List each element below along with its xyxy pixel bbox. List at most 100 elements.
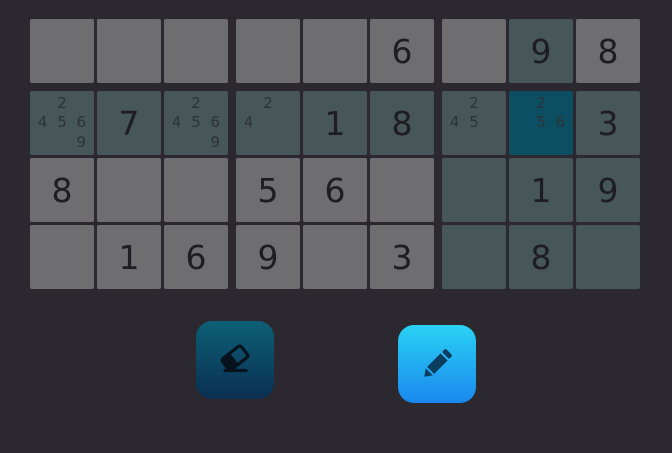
- pencil-note: 4: [37, 113, 48, 132]
- pencil-note: [186, 133, 205, 152]
- sudoku-cell-r2c7[interactable]: 245: [442, 91, 506, 155]
- sudoku-cell-r1c9[interactable]: 8: [576, 19, 640, 83]
- pencil-note: 9: [210, 132, 221, 151]
- sudoku-cell-r1c8[interactable]: 9: [509, 19, 573, 83]
- sudoku-cell-r2c9[interactable]: 3: [576, 91, 640, 155]
- cell-value: 5: [257, 170, 279, 210]
- sudoku-cell-r1c1[interactable]: [30, 19, 94, 83]
- sudoku-cell-r4c6[interactable]: 3: [370, 225, 434, 289]
- cell-value: 8: [597, 31, 619, 71]
- pencil-note: [33, 94, 52, 113]
- pencil-note: 2: [263, 94, 273, 113]
- sudoku-cell-r3c1[interactable]: 8: [30, 158, 94, 222]
- sudoku-cell-r3c7[interactable]: [442, 158, 506, 222]
- pencil-note: [278, 94, 297, 113]
- pencil-note: [551, 133, 570, 152]
- pencil-note: [464, 133, 483, 152]
- cell-value: 1: [118, 237, 140, 277]
- pencil-note: 5: [57, 113, 67, 132]
- cell-value: 6: [185, 237, 207, 277]
- sudoku-cell-r1c7[interactable]: [442, 19, 506, 83]
- sudoku-cell-r2c3[interactable]: 24569: [164, 91, 228, 155]
- cell-value: 1: [324, 103, 346, 143]
- pencil-note: [52, 133, 71, 152]
- pencil-note: [278, 133, 297, 152]
- pencil-note: 6: [76, 113, 87, 132]
- sudoku-cell-r1c5[interactable]: [303, 19, 367, 83]
- sudoku-cell-r2c6[interactable]: 8: [370, 91, 434, 155]
- pencil-note: 2: [469, 94, 479, 113]
- sudoku-board: 69824569724569241824525638561916938: [30, 19, 641, 290]
- sudoku-cell-r4c1[interactable]: [30, 225, 94, 289]
- pencil-note: [206, 94, 225, 113]
- pencil-note: 5: [469, 113, 479, 132]
- sudoku-cell-r4c4[interactable]: 9: [236, 225, 300, 289]
- sudoku-cell-r4c9[interactable]: [576, 225, 640, 289]
- sudoku-cell-r1c6[interactable]: 6: [370, 19, 434, 83]
- pencil-notes: 256: [512, 94, 570, 152]
- pencil-note: 4: [171, 113, 182, 132]
- pencil-note: [278, 113, 297, 132]
- pencil-note: [239, 133, 258, 152]
- pencil-note: 4: [449, 113, 460, 132]
- sudoku-cell-r3c5[interactable]: 6: [303, 158, 367, 222]
- sudoku-cell-r4c2[interactable]: 1: [97, 225, 161, 289]
- sudoku-cell-r3c9[interactable]: 9: [576, 158, 640, 222]
- pencil-note: 6: [555, 113, 566, 132]
- sudoku-cell-r2c2[interactable]: 7: [97, 91, 161, 155]
- sudoku-cell-r4c7[interactable]: [442, 225, 506, 289]
- cell-value: 9: [530, 31, 552, 71]
- pencil-note: 4: [243, 113, 254, 132]
- sudoku-cell-r2c5[interactable]: 1: [303, 91, 367, 155]
- pencil-note: [167, 94, 186, 113]
- pencil-note: 5: [536, 113, 546, 132]
- pencil-notes: 245: [445, 94, 503, 152]
- cell-value: 9: [257, 237, 279, 277]
- pencil-notes: 24569: [167, 94, 225, 152]
- pencil-note: [33, 133, 52, 152]
- pencil-button[interactable]: [398, 325, 476, 403]
- sudoku-cell-r2c8[interactable]: 256: [509, 91, 573, 155]
- pencil-note: [484, 113, 503, 132]
- cell-value: 8: [530, 237, 552, 277]
- pencil-note: [72, 94, 91, 113]
- eraser-icon: [220, 344, 250, 373]
- sudoku-cell-r3c6[interactable]: [370, 158, 434, 222]
- pencil-note: 2: [191, 94, 201, 113]
- sudoku-cell-r3c2[interactable]: [97, 158, 161, 222]
- cell-value: 8: [391, 103, 413, 143]
- sudoku-cell-r2c4[interactable]: 24: [236, 91, 300, 155]
- cell-value: 9: [597, 170, 619, 210]
- sudoku-cell-r4c8[interactable]: 8: [509, 225, 573, 289]
- pencil-note: 5: [191, 113, 201, 132]
- sudoku-cell-r3c4[interactable]: 5: [236, 158, 300, 222]
- pencil-note: [484, 94, 503, 113]
- pencil-icon: [424, 349, 452, 377]
- sudoku-cell-r1c2[interactable]: [97, 19, 161, 83]
- sudoku-cell-r1c4[interactable]: [236, 19, 300, 83]
- sudoku-cell-r4c3[interactable]: 6: [164, 225, 228, 289]
- pencil-notes: 24: [239, 94, 297, 152]
- pencil-note: [551, 94, 570, 113]
- pencil-note: [239, 94, 258, 113]
- sudoku-cell-r3c3[interactable]: [164, 158, 228, 222]
- cell-value: 6: [324, 170, 346, 210]
- pencil-note: [258, 133, 277, 152]
- pencil-note: 6: [210, 113, 221, 132]
- pencil-note: [484, 133, 503, 152]
- cell-value: 6: [391, 31, 413, 71]
- cell-value: 3: [597, 103, 619, 143]
- cell-value: 8: [51, 170, 73, 210]
- pencil-note: [531, 133, 550, 152]
- cell-value: 1: [530, 170, 552, 210]
- pencil-note: 2: [57, 94, 67, 113]
- pencil-note: [512, 133, 531, 152]
- pencil-note: [445, 94, 464, 113]
- sudoku-cell-r2c1[interactable]: 24569: [30, 91, 94, 155]
- sudoku-cell-r1c3[interactable]: [164, 19, 228, 83]
- eraser-button[interactable]: [196, 321, 274, 399]
- sudoku-cell-r4c5[interactable]: [303, 225, 367, 289]
- pencil-note: [258, 113, 277, 132]
- pencil-note: 9: [76, 132, 87, 151]
- sudoku-cell-r3c8[interactable]: 1: [509, 158, 573, 222]
